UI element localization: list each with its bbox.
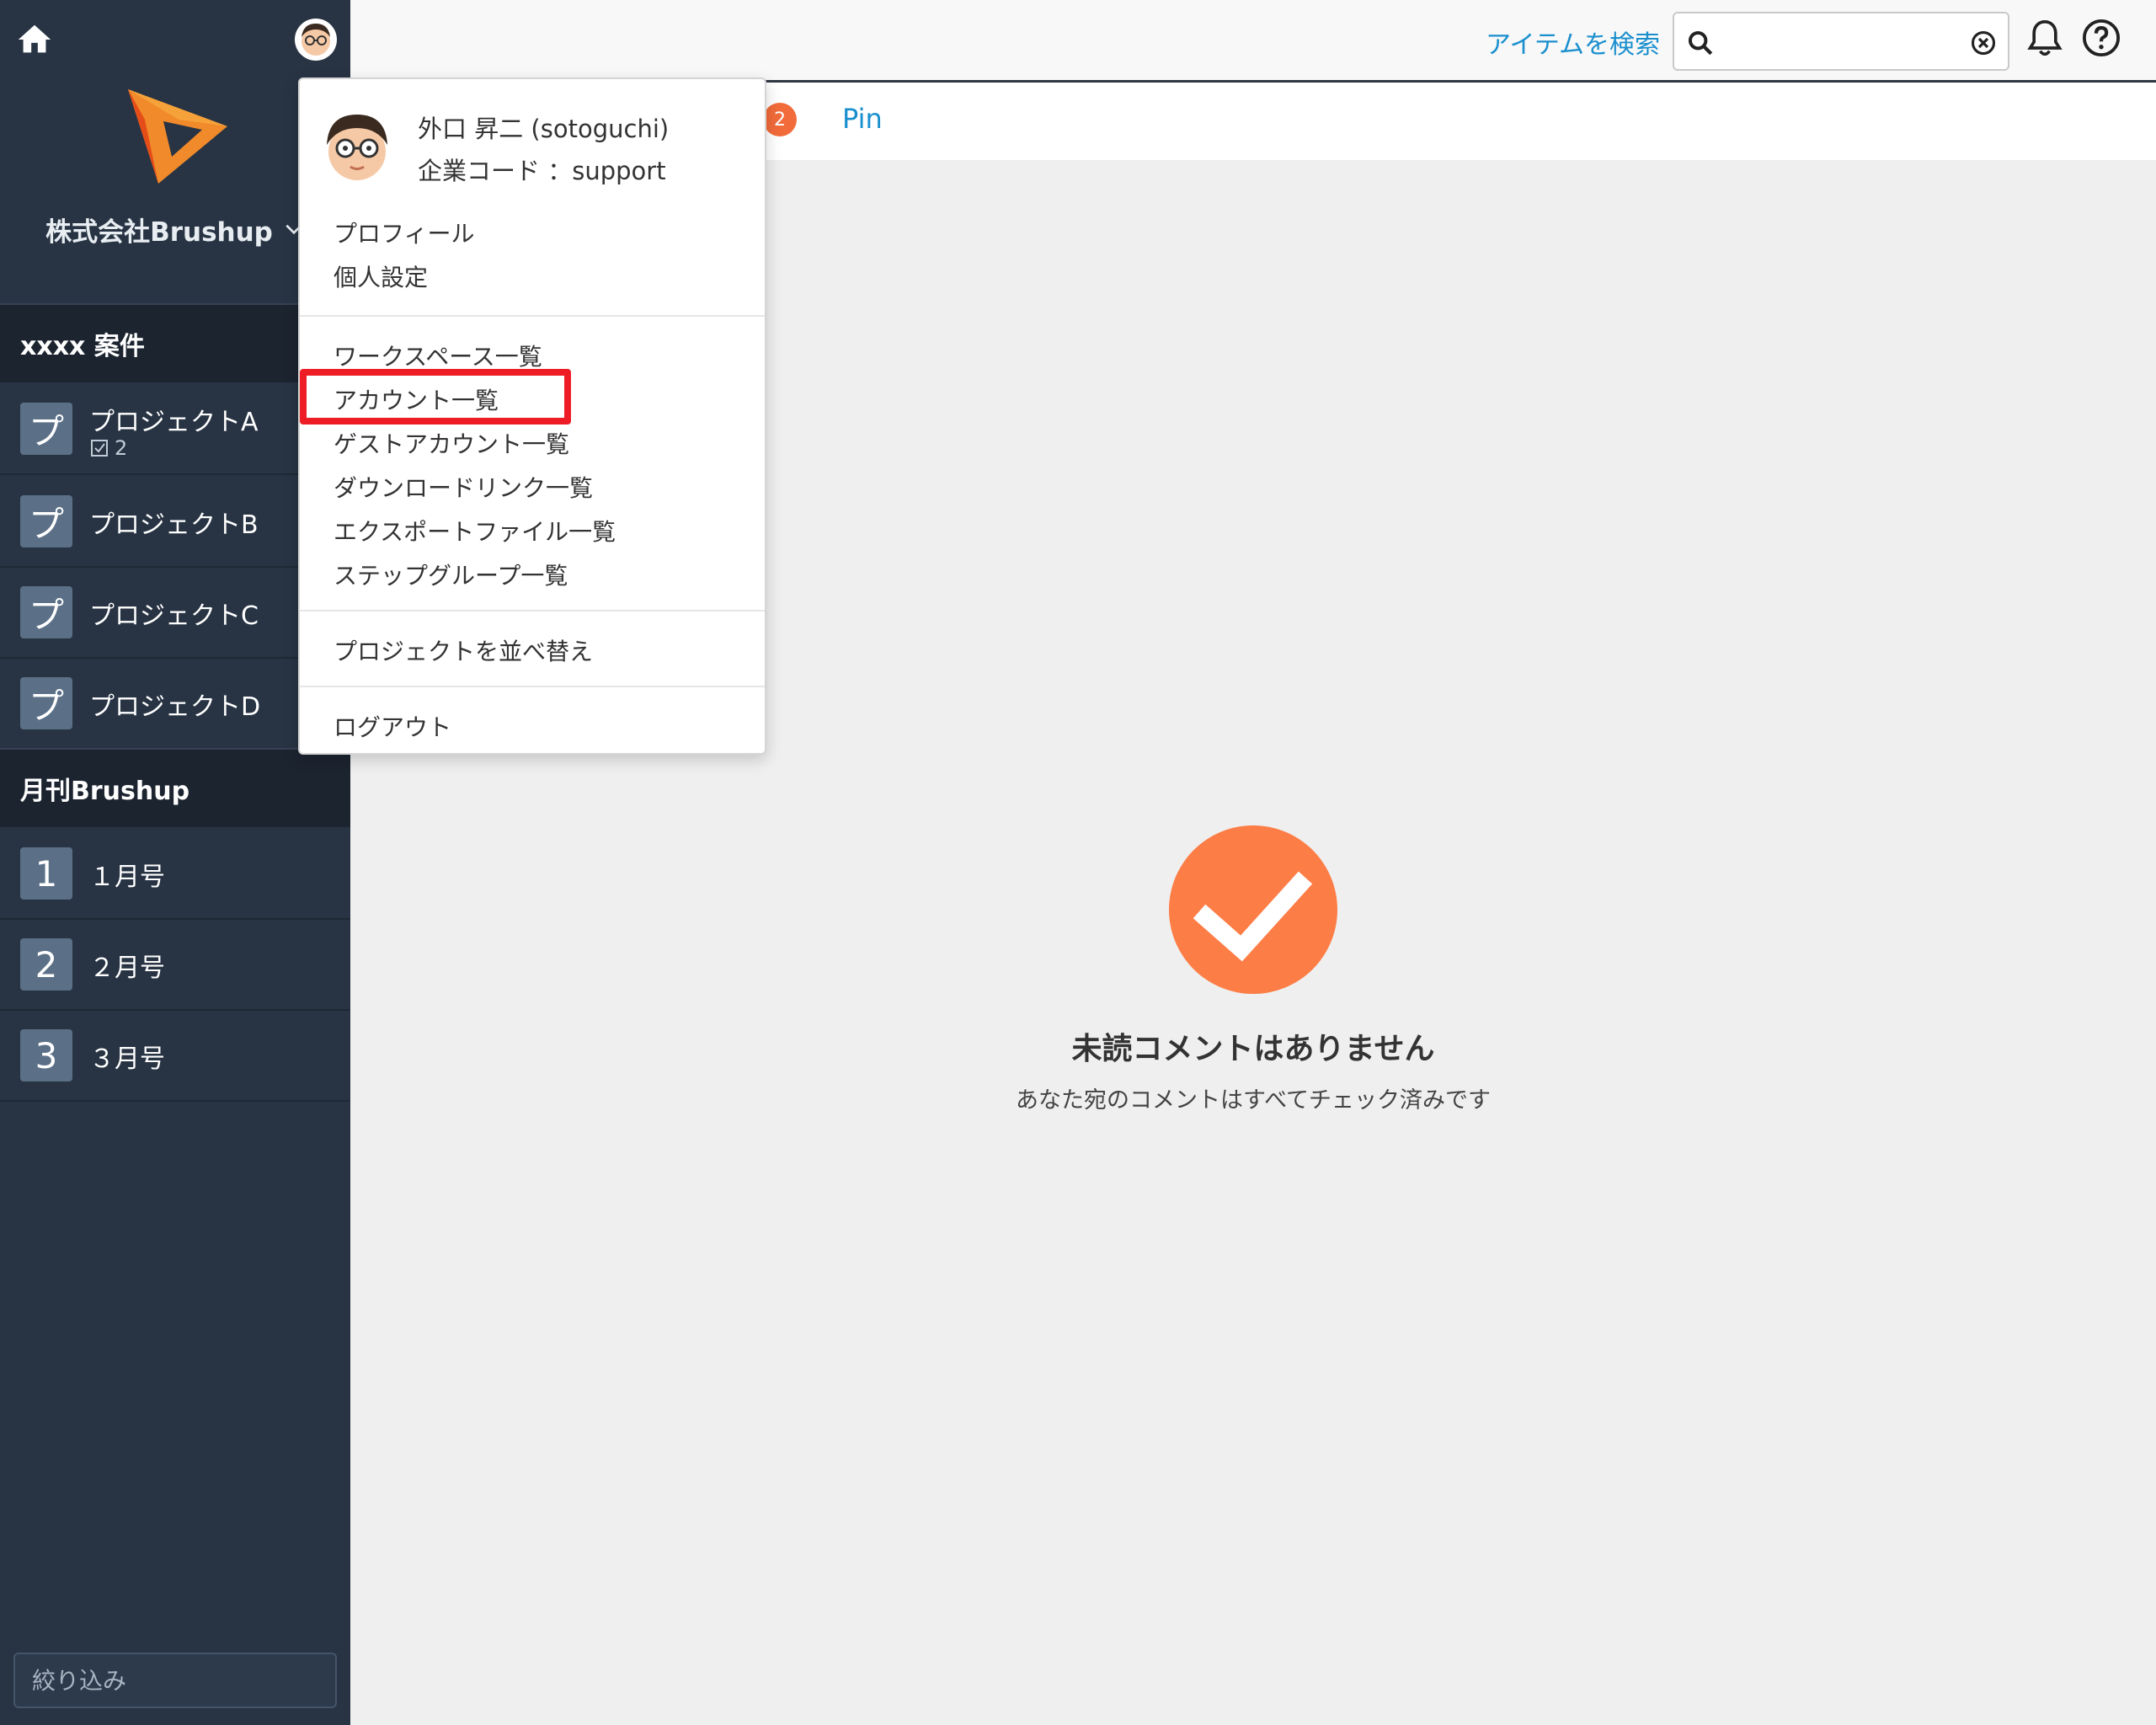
sidebar-item-label: プロジェクトB [89,510,259,540]
user-avatar [317,106,398,187]
menu-item-download-link-list[interactable]: ダウンロードリンク一覧 [334,470,593,504]
tab-pin[interactable]: Pin [842,103,883,135]
menu-divider [300,315,765,317]
menu-divider [300,610,765,611]
company-name: 株式会社Brushup [45,216,273,248]
task-count: 2 [89,436,127,460]
clear-icon[interactable] [1971,30,1996,56]
avatar[interactable] [295,19,337,61]
menu-item-profile[interactable]: プロフィール [334,216,474,249]
home-icon[interactable] [15,20,54,59]
unread-count-badge: 2 [763,103,797,136]
menu-item-export-file-list[interactable]: エクスポートファイル一覧 [334,514,616,547]
sidebar-item-label: プロジェクトD [89,692,261,722]
avatar-face-icon [302,24,330,56]
brand-logo [128,89,227,184]
sidebar-item-label: プロジェクトC [89,601,259,631]
sidebar-item-label: １月号 [89,862,165,892]
user-menu: 外口 昇二 (sotoguchi) 企業コード ：support プロフィール … [298,77,766,755]
check-circle-icon [1169,825,1337,994]
sidebar-item-issue-3[interactable]: 3 ３月号 [0,1011,350,1102]
user-name: 外口 昇二 (sotoguchi) [418,115,670,143]
bell-icon[interactable] [2026,19,2063,59]
sidebar-item-label: ２月号 [89,953,165,983]
project-badge: プ [20,586,72,638]
project-badge: プ [20,677,72,729]
company-code: 企業コード ：support [418,157,666,185]
search-input[interactable] [1721,22,1957,62]
group-header: 月刊Brushup [0,748,350,827]
help-icon[interactable] [2082,19,2121,57]
top-bar: アイテムを検索 [350,0,2156,83]
search-box[interactable] [1673,12,2009,71]
app-root: 株式会社Brushup xxxx 案件 プ プロジェクトA 2 プ プロジェクト… [0,0,2156,1725]
menu-item-logout[interactable]: ログアウト [334,709,451,743]
menu-item-guest-account-list[interactable]: ゲストアカウント一覧 [334,426,569,460]
sidebar-item-issue-1[interactable]: 1 １月号 [0,829,350,920]
menu-item-workspace-list[interactable]: ワークスペース一覧 [334,339,542,372]
project-badge: プ [20,403,72,455]
project-badge: プ [20,495,72,547]
sidebar-item-label: ３月号 [89,1044,165,1074]
menu-divider [300,686,765,687]
menu-item-step-group-list[interactable]: ステップグループ一覧 [334,558,568,591]
checklist-icon [91,440,108,457]
issue-badge: 3 [20,1029,72,1081]
empty-state-subtitle: あなた宛のコメントはすべてチェック済みです [1015,1087,1492,1114]
sidebar-item-issue-2[interactable]: 2 ２月号 [0,920,350,1011]
menu-item-sort-projects[interactable]: プロジェクトを並べ替え [334,633,593,667]
search-items-link[interactable]: アイテムを検索 [1486,24,1660,61]
search-icon [1688,30,1713,56]
task-count-value: 2 [115,436,128,460]
empty-state-title: 未読コメントはありません [1071,1032,1435,1066]
issue-badge: 1 [20,847,72,900]
filter-input[interactable] [13,1653,337,1708]
sidebar-item-label: プロジェクトA [89,408,259,437]
menu-item-personal-settings[interactable]: 個人設定 [334,259,428,293]
avatar-face-icon [317,106,398,187]
issue-badge: 2 [20,938,72,991]
menu-item-account-list[interactable]: アカウント一覧 [334,382,499,416]
